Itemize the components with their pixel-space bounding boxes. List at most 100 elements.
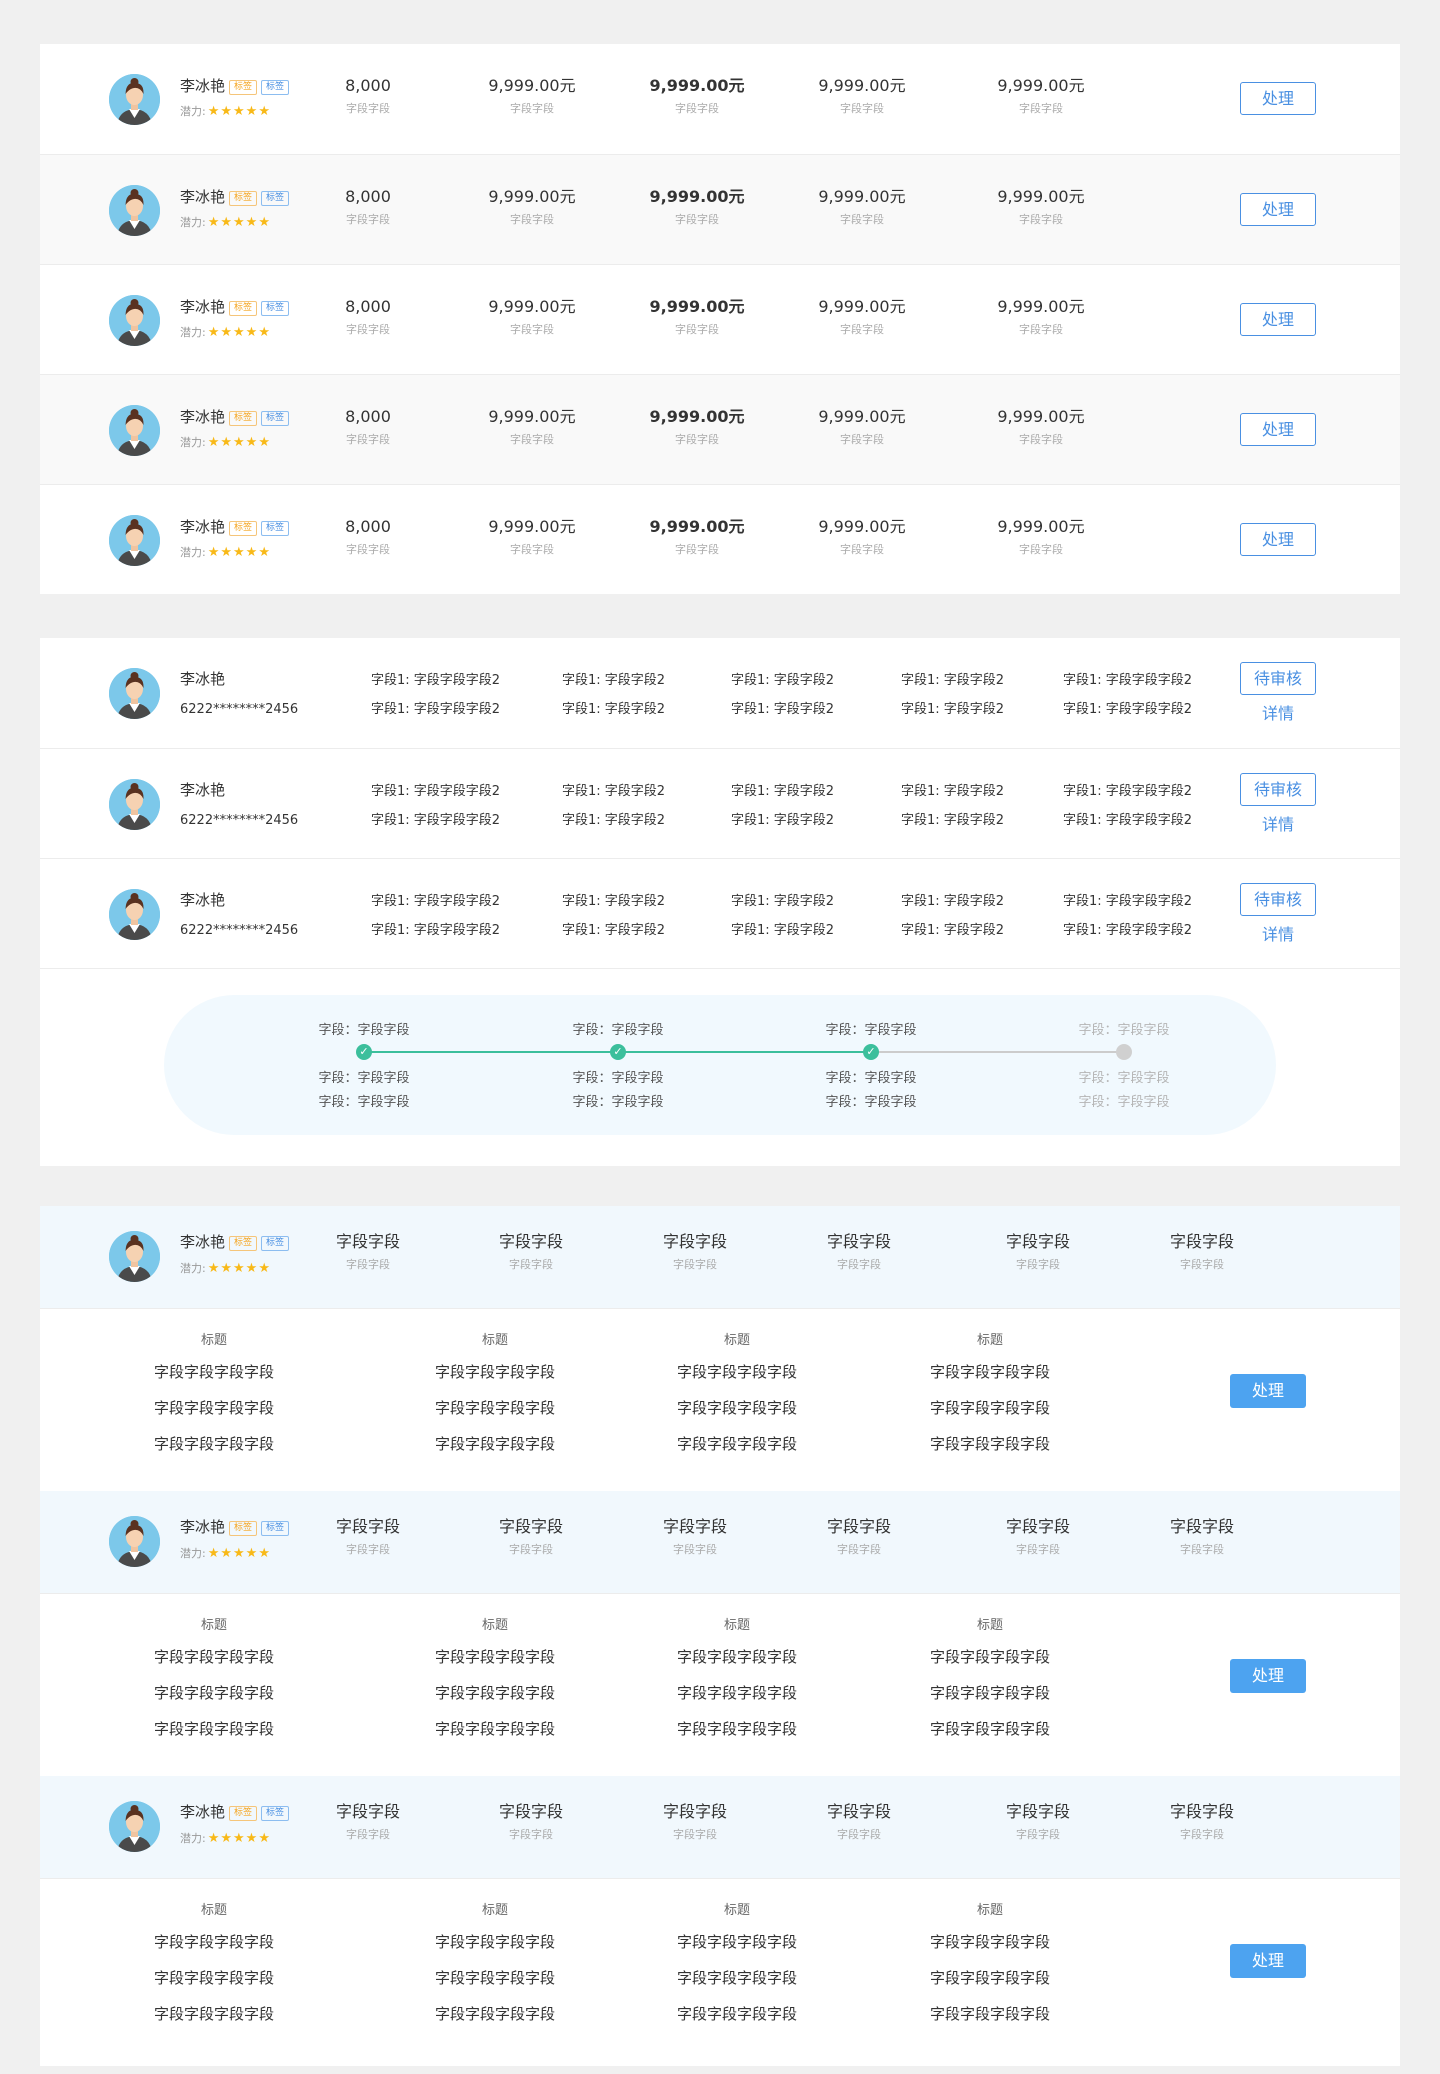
table-row: 李冰艳 标签 标签 潜力: ★★★★★ 8,000 字段字段 9,999.00元 字段字段 9,9…: [40, 264, 1400, 374]
potential-label: 潜力:: [180, 1262, 206, 1275]
pending-dot-icon: [1116, 1044, 1132, 1060]
person-name: 李冰艳: [180, 298, 226, 316]
process-button[interactable]: 处理: [1240, 523, 1316, 556]
column-value: 字段字段字段字段: [929, 1720, 1050, 1738]
header-sub-label: 字段字段: [837, 1543, 881, 1556]
field-text: 字段1: 字段字段字段2: [371, 894, 501, 909]
process-button[interactable]: 处理: [1230, 1374, 1306, 1408]
column-title: 标题: [723, 1618, 750, 1633]
card-number: 6222********2456: [180, 919, 298, 938]
potential-rating: 潜力: ★★★★★: [180, 1542, 271, 1561]
column-title: 标题: [200, 1618, 227, 1633]
column-title: 标题: [976, 1618, 1003, 1633]
value-text: 9,999.00元: [488, 297, 576, 316]
value-text: 9,999.00元: [488, 517, 576, 536]
column-value: 字段字段字段字段: [434, 1399, 555, 1417]
value-sub-label: 字段字段: [840, 213, 884, 226]
detail-link[interactable]: 详情: [1240, 921, 1316, 945]
process-button[interactable]: 处理: [1240, 303, 1316, 336]
header-cell: 字段字段 字段字段: [1127, 1232, 1277, 1273]
column-value: 字段字段字段字段: [929, 1648, 1050, 1666]
header-value: 字段字段: [826, 1802, 891, 1821]
value-text: 9,999.00元: [649, 76, 745, 95]
process-button[interactable]: 处理: [1230, 1659, 1306, 1693]
process-button[interactable]: 处理: [1240, 413, 1316, 446]
value-cell: 9,999.00元 字段字段: [457, 297, 607, 338]
step-detail: 字段：字段字段: [318, 1071, 410, 1086]
value-text: 9,999.00元: [649, 297, 745, 316]
field-text: 字段1: 字段字段字段2: [371, 702, 501, 717]
header-value: 字段字段: [498, 1802, 563, 1821]
value-text: 9,999.00元: [649, 187, 745, 206]
potential-label: 潜力:: [180, 105, 206, 118]
star-rating-icon: ★★★★★: [207, 1261, 271, 1276]
value-sub-label: 字段字段: [346, 543, 390, 556]
record-header-row: 李冰艳 标签 标签 潜力: ★★★★★ 字段字段 字段字段 字段字段 字段字段 字段字段 字段字段字…: [40, 1491, 1400, 1593]
value-sub-label: 字段字段: [1019, 433, 1063, 446]
header-sub-label: 字段字段: [1016, 1828, 1060, 1841]
potential-label: 潜力:: [180, 326, 206, 339]
column-value: 字段字段字段字段: [929, 1435, 1050, 1453]
process-button[interactable]: 处理: [1240, 193, 1316, 226]
pending-review-button[interactable]: 待审核: [1240, 883, 1316, 916]
column-title: 标题: [976, 1903, 1003, 1918]
field-text: 字段1: 字段字段字段2: [1063, 784, 1193, 799]
header-cell: 字段字段 字段字段: [784, 1232, 934, 1273]
column-value: 字段字段字段字段: [676, 2005, 797, 2023]
star-rating-icon: ★★★★★: [207, 435, 271, 450]
value-sub-label: 字段字段: [510, 102, 554, 115]
header-cell: 字段字段 字段字段: [963, 1232, 1113, 1273]
pending-review-button[interactable]: 待审核: [1240, 773, 1316, 806]
value-cell: 8,000 字段字段: [293, 297, 443, 338]
step-label: 字段：字段字段: [1078, 1023, 1170, 1038]
person-info: 李冰艳 标签 标签: [180, 296, 290, 317]
potential-rating: 潜力: ★★★★★: [180, 541, 271, 560]
field-text: 字段1: 字段字段2: [731, 923, 835, 938]
step-detail: 字段：字段字段: [318, 1095, 410, 1110]
person-info: 李冰艳: [180, 668, 225, 689]
person-name: 李冰艳: [180, 891, 226, 909]
step-detail: 字段：字段字段: [572, 1095, 664, 1110]
field-text: 字段1: 字段字段2: [562, 702, 666, 717]
process-button[interactable]: 处理: [1230, 1944, 1306, 1978]
detail-list-panel: 李冰艳 标签 标签 潜力: ★★★★★ 字段字段 字段字段 字段字段 字段字段 字段字段 字段字段字…: [40, 1206, 1400, 2066]
avatar: [109, 1231, 160, 1282]
person-info: 李冰艳: [180, 889, 225, 910]
person-name: 李冰艳: [180, 188, 226, 206]
value-text: 9,999.00元: [488, 407, 576, 426]
header-value: 字段字段: [662, 1517, 727, 1536]
card-number: 6222********2456: [180, 698, 298, 717]
column-value: 字段字段字段字段: [676, 1720, 797, 1738]
value-cell: 9,999.00元 字段字段: [457, 407, 607, 448]
column-value: 字段字段字段字段: [434, 1933, 555, 1951]
check-icon: ✓: [610, 1044, 626, 1060]
value-text: 9,999.00元: [488, 76, 576, 95]
detail-link[interactable]: 详情: [1240, 700, 1316, 724]
avatar: [109, 779, 160, 830]
process-button[interactable]: 处理: [1240, 82, 1316, 115]
pending-review-button[interactable]: 待审核: [1240, 662, 1316, 695]
header-sub-label: 字段字段: [673, 1258, 717, 1271]
header-sub-label: 字段字段: [1180, 1828, 1224, 1841]
person-name: 李冰艳: [180, 77, 226, 95]
field-text: 字段1: 字段字段2: [562, 784, 666, 799]
column-value: 字段字段字段字段: [676, 1684, 797, 1702]
potential-label: 潜力:: [180, 436, 206, 449]
header-cell: 字段字段 字段字段: [963, 1802, 1113, 1843]
detail-link[interactable]: 详情: [1240, 811, 1316, 835]
value-cell: 9,999.00元 字段字段: [966, 407, 1116, 448]
header-sub-label: 字段字段: [346, 1828, 390, 1841]
record-header-row: 李冰艳 标签 标签 潜力: ★★★★★ 字段字段 字段字段 字段字段 字段字段 字段字段 字段字段字…: [40, 1776, 1400, 1878]
value-cell: 8,000 字段字段: [293, 76, 443, 117]
person-info: 李冰艳 标签 标签: [180, 1801, 290, 1822]
header-cell: 字段字段 字段字段: [963, 1517, 1113, 1558]
value-sub-label: 字段字段: [346, 213, 390, 226]
tag-badge: 标签: [229, 80, 258, 95]
value-text: 9,999.00元: [818, 76, 906, 95]
record-detail-row: 标题 字段字段字段字段 字段字段字段字段 字段字段字段字段 标题 字段字段字段字段 字段字段…: [40, 1308, 1400, 1478]
header-value: 字段字段: [1169, 1517, 1234, 1536]
value-cell: 9,999.00元 字段字段: [966, 297, 1116, 338]
check-icon: ✓: [356, 1044, 372, 1060]
potential-label: 潜力:: [180, 216, 206, 229]
value-cell: 9,999.00元 字段字段: [457, 187, 607, 228]
